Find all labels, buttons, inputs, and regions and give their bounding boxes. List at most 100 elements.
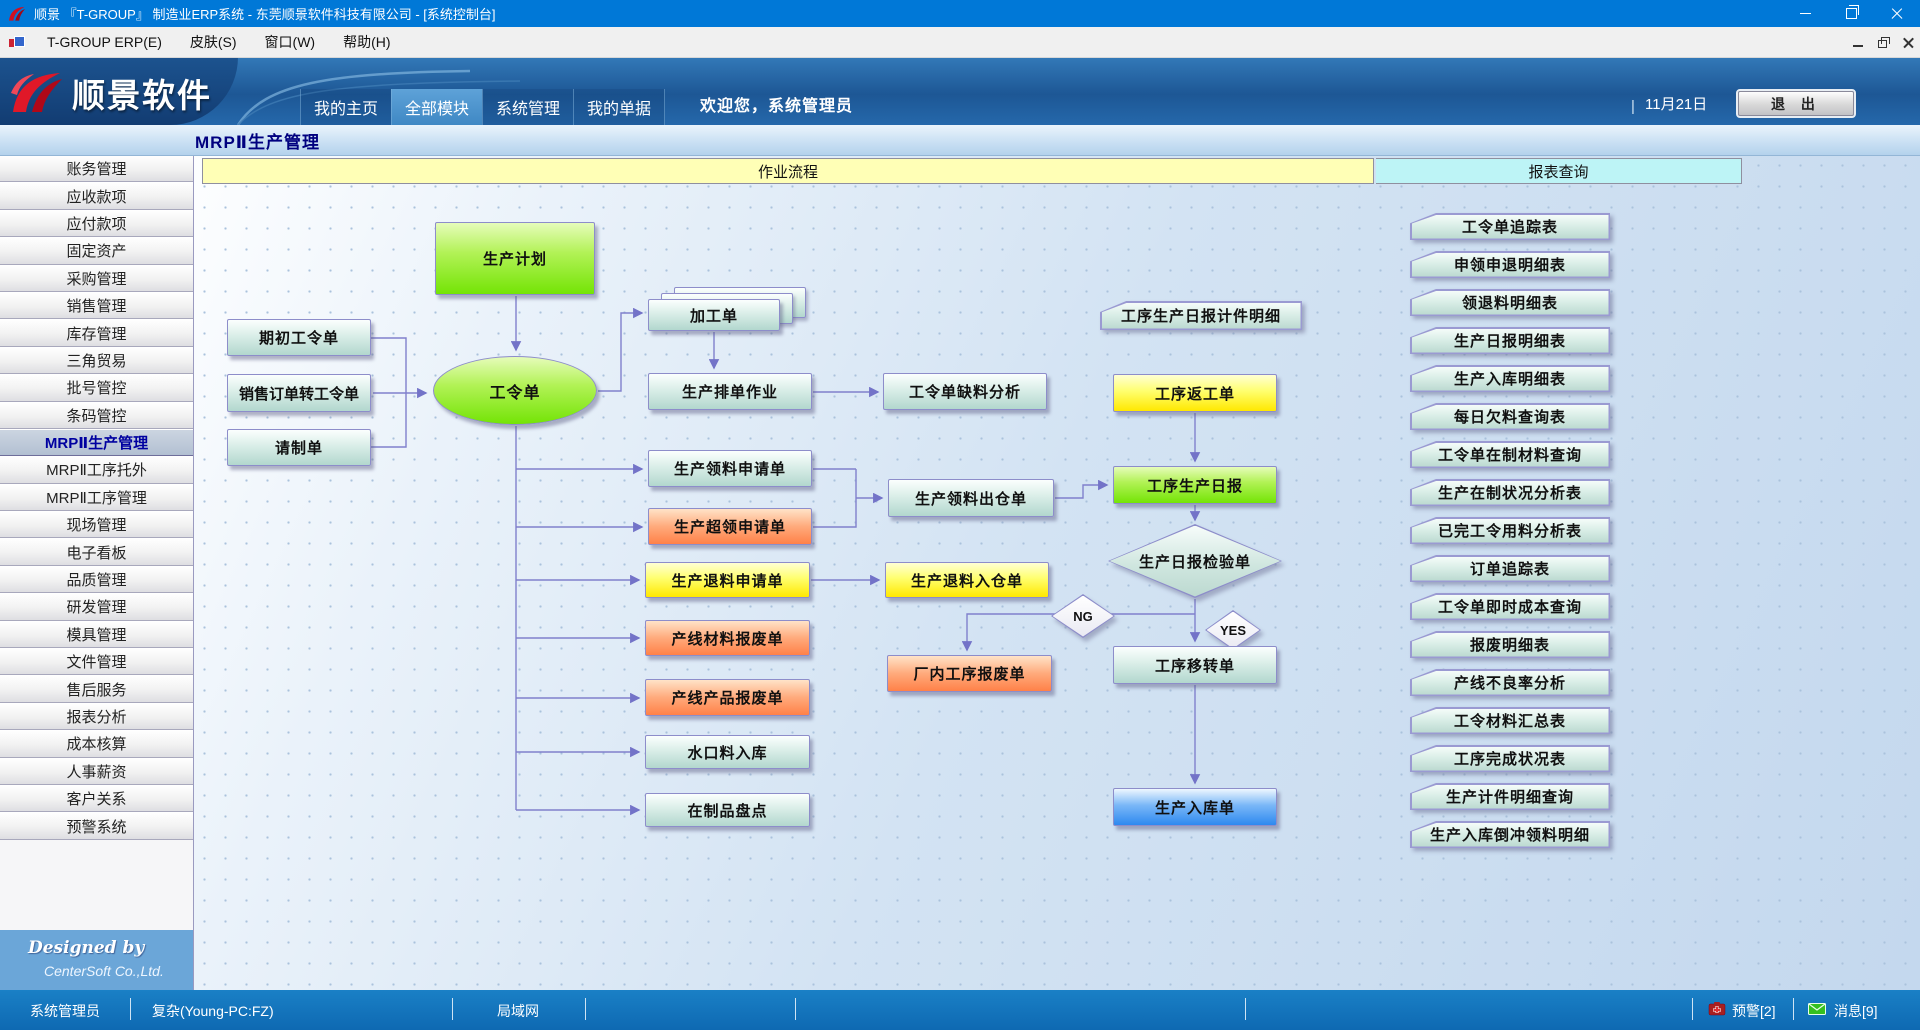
report-finished-wo-material-analysis[interactable]: 已完工令用料分析表 [1410, 517, 1610, 544]
sidebar-item-mrp2-outsourcing[interactable]: MRPⅡ工序托外 [0, 456, 193, 483]
flow-node-scheduling[interactable]: 生产排单作业 [648, 373, 812, 410]
status-alert[interactable]: 预警[2] [1732, 1001, 1776, 1021]
tab-my-documents[interactable]: 我的单据 [573, 89, 665, 125]
flow-node-pick-out[interactable]: 生产领料出仓单 [888, 479, 1054, 517]
status-separator [452, 998, 453, 1020]
flow-node-warehouse-in[interactable]: 生产入库单 [1113, 788, 1277, 826]
flow-node-sales-order-to-work-order[interactable]: 销售订单转工令单 [227, 374, 371, 412]
status-separator [585, 998, 586, 1020]
sidebar-item-after-sales[interactable]: 售后服务 [0, 675, 193, 702]
report-daily-shortage-query[interactable]: 每日欠料查询表 [1410, 403, 1610, 430]
flow-node-sprue-in[interactable]: 水口料入库 [645, 735, 810, 769]
report-warehouse-in-detail[interactable]: 生产入库明细表 [1410, 365, 1610, 392]
child-close-icon[interactable] [1903, 37, 1914, 48]
flow-node-ng-decision: NG [1051, 594, 1115, 638]
report-work-order-tracking[interactable]: 工令单追踪表 [1410, 213, 1610, 240]
report-scrap-detail[interactable]: 报废明细表 [1410, 631, 1610, 658]
menu-skin[interactable]: 皮肤(S) [176, 27, 251, 57]
flow-node-over-pick-request[interactable]: 生产超领申请单 [648, 508, 812, 545]
report-line-defect-rate-analysis[interactable]: 产线不良率分析 [1410, 669, 1610, 696]
flow-node-daily-report[interactable]: 工序生产日报 [1113, 466, 1277, 504]
sidebar-item-quality[interactable]: 品质管理 [0, 566, 193, 593]
report-order-tracking[interactable]: 订单追踪表 [1410, 555, 1610, 582]
sidebar-item-fixed-assets[interactable]: 固定资产 [0, 237, 193, 264]
sidebar-item-sales[interactable]: 销售管理 [0, 292, 193, 319]
tab-all-modules[interactable]: 全部模块 [391, 89, 482, 125]
menu-help[interactable]: 帮助(H) [329, 27, 404, 57]
sidebar-item-costing[interactable]: 成本核算 [0, 730, 193, 757]
child-restore-icon[interactable] [1878, 37, 1889, 48]
report-wo-wip-material-query[interactable]: 工令单在制材料查询 [1410, 441, 1610, 468]
sidebar-item-hr-payroll[interactable]: 人事薪资 [0, 758, 193, 785]
status-bar: 系统管理员 复杂(Young-PC:FZ) 局域网 预警[2] 消息[9] [0, 990, 1920, 1030]
flow-node-return-in[interactable]: 生产退料入仓单 [885, 562, 1049, 598]
menu-tgroup-erp[interactable]: T-GROUP ERP(E) [33, 27, 176, 57]
module-title-bar: MRPⅡ生产管理 [0, 125, 1920, 156]
logo-text: 顺景软件 [72, 69, 212, 117]
menu-bar: T-GROUP ERP(E) 皮肤(S) 窗口(W) 帮助(H) [0, 27, 1920, 58]
report-section-header: 报表查询 [1376, 158, 1742, 184]
flow-node-initial-work-order[interactable]: 期初工令单 [227, 319, 371, 356]
flow-node-process-order[interactable]: 加工单 [648, 299, 780, 331]
sidebar-item-lot-control[interactable]: 批号管控 [0, 374, 193, 401]
sidebar-item-shopfloor[interactable]: 现场管理 [0, 511, 193, 538]
report-request-return-detail[interactable]: 申领申退明细表 [1410, 251, 1610, 278]
flow-node-daily-check[interactable]: 生产日报检验单 [1108, 524, 1282, 598]
flow-node-return-request[interactable]: 生产退料申请单 [645, 562, 810, 598]
sidebar-item-alert-system[interactable]: 预警系统 [0, 812, 193, 839]
report-pick-return-detail[interactable]: 领退料明细表 [1410, 289, 1610, 316]
sidebar-item-crm[interactable]: 客户关系 [0, 785, 193, 812]
sidebar-item-rnd[interactable]: 研发管理 [0, 593, 193, 620]
minimize-icon [1800, 13, 1811, 14]
report-process-completion-status[interactable]: 工序完成状况表 [1410, 745, 1610, 772]
sidebar-item-payables[interactable]: 应付款项 [0, 210, 193, 237]
header-tabs: 我的主页 全部模块 系统管理 我的单据 [300, 89, 665, 125]
sidebar-item-inventory[interactable]: 库存管理 [0, 319, 193, 346]
status-separator [130, 998, 131, 1020]
close-button[interactable] [1874, 0, 1920, 27]
flow-node-wip-count[interactable]: 在制品盘点 [645, 793, 810, 827]
flow-node-line-product-scrap[interactable]: 产线产品报废单 [645, 679, 810, 716]
flow-node-shortage-analysis[interactable]: 工令单缺料分析 [883, 373, 1047, 410]
report-piecework-detail-query[interactable]: 生产计件明细查询 [1410, 783, 1610, 810]
child-minimize-icon[interactable] [1853, 37, 1864, 48]
minimize-button[interactable] [1782, 0, 1828, 27]
sidebar-item-barcode-control[interactable]: 条码管控 [0, 402, 193, 429]
sidebar-item-mold[interactable]: 模具管理 [0, 621, 193, 648]
tab-my-home[interactable]: 我的主页 [300, 89, 391, 125]
report-wo-material-summary[interactable]: 工令材料汇总表 [1410, 707, 1610, 734]
flow-node-daily-piece-detail[interactable]: 工序生产日报计件明细 [1100, 301, 1302, 330]
flow-node-line-material-scrap[interactable]: 产线材料报废单 [645, 620, 810, 656]
exit-button[interactable]: 退 出 [1738, 91, 1854, 116]
report-daily-report-detail[interactable]: 生产日报明细表 [1410, 327, 1610, 354]
restore-button[interactable] [1828, 0, 1874, 27]
status-separator [1793, 998, 1794, 1020]
flow-node-production-plan[interactable]: 生产计划 [435, 222, 595, 295]
report-backflush-pick-detail[interactable]: 生产入库倒冲领料明细 [1410, 821, 1610, 848]
sidebar-item-documents[interactable]: 文件管理 [0, 648, 193, 675]
sidebar-item-receivables[interactable]: 应收款项 [0, 182, 193, 209]
sidebar-item-report-analysis[interactable]: 报表分析 [0, 703, 193, 730]
app-logo-icon [8, 6, 26, 22]
sidebar-item-kanban[interactable]: 电子看板 [0, 538, 193, 565]
window-titlebar: 顺景 『T-GROUP』 制造业ERP系统 - 东莞顺景软件科技有限公司 - [… [0, 0, 1920, 27]
flow-node-pick-request[interactable]: 生产领料申请单 [648, 450, 812, 487]
flow-node-factory-scrap[interactable]: 厂内工序报废单 [887, 655, 1052, 692]
flow-node-work-order[interactable]: 工令单 [433, 356, 597, 425]
tab-system-admin[interactable]: 系统管理 [482, 89, 573, 125]
sidebar-item-triangle-trade[interactable]: 三角贸易 [0, 347, 193, 374]
sidebar-item-mrp2-production[interactable]: MRPⅡ生产管理 [0, 429, 193, 456]
flow-node-request-order[interactable]: 请制单 [227, 429, 371, 466]
module-title: MRPⅡ生产管理 [195, 128, 320, 153]
report-wo-realtime-cost-query[interactable]: 工令单即时成本查询 [1410, 593, 1610, 620]
sidebar-item-purchasing[interactable]: 采购管理 [0, 265, 193, 292]
shunjing-logo-icon [10, 71, 64, 115]
sidebar-item-finance[interactable]: 账务管理 [0, 155, 193, 182]
status-message[interactable]: 消息[9] [1834, 1001, 1878, 1021]
flow-node-rework[interactable]: 工序返工单 [1113, 374, 1277, 412]
designed-by-text: Designed by [28, 938, 144, 958]
sidebar-item-mrp2-process[interactable]: MRPⅡ工序管理 [0, 484, 193, 511]
menu-window[interactable]: 窗口(W) [251, 27, 330, 57]
flow-node-transfer[interactable]: 工序移转单 [1113, 646, 1277, 684]
report-wip-status-analysis[interactable]: 生产在制状况分析表 [1410, 479, 1610, 506]
